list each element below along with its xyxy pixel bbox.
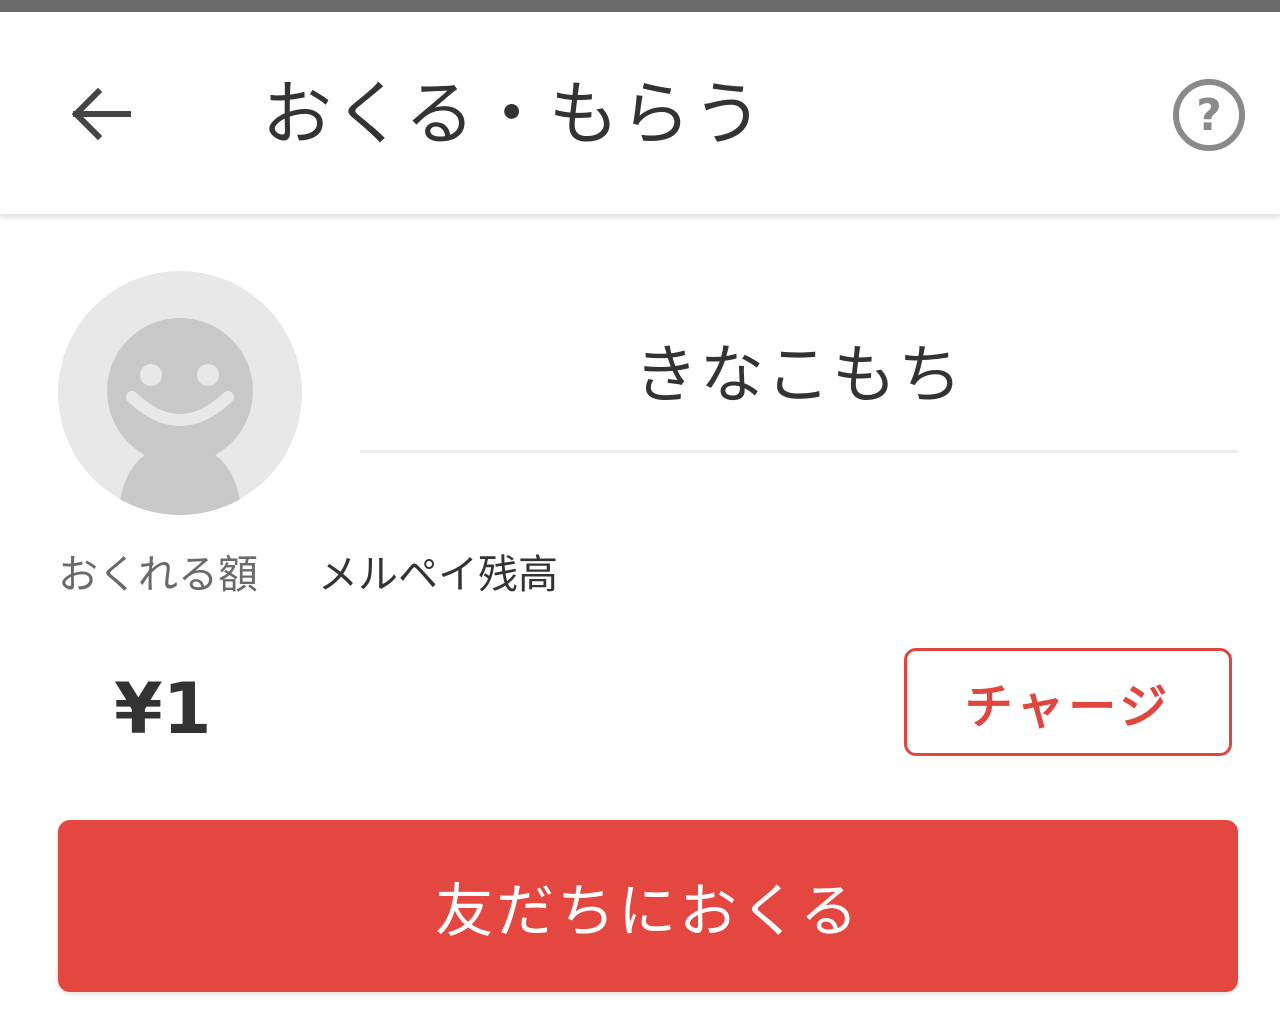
sendable-amount-label: おくれる額	[58, 552, 258, 598]
svg-text:?: ?	[1196, 90, 1222, 141]
app-bar: おくる・もらう ?	[0, 12, 1280, 215]
name-divider	[360, 450, 1238, 453]
help-button[interactable]: ?	[1168, 74, 1250, 156]
recipient-name: きなこもち	[634, 339, 964, 413]
balance-source-label: メルペイ残高	[318, 552, 558, 598]
arrow-left-icon	[71, 88, 131, 140]
page-title: おくる・もらう	[262, 73, 765, 155]
charge-button[interactable]: チャージ	[904, 648, 1232, 756]
default-avatar-icon	[107, 318, 253, 515]
status-bar-strip	[0, 0, 1280, 12]
balance-amount: ¥1	[114, 668, 212, 750]
avatar	[58, 271, 302, 515]
help-circle-icon: ?	[1173, 79, 1245, 151]
back-button[interactable]	[48, 62, 152, 166]
send-to-friend-button[interactable]: 友だちにおくる	[58, 820, 1238, 992]
